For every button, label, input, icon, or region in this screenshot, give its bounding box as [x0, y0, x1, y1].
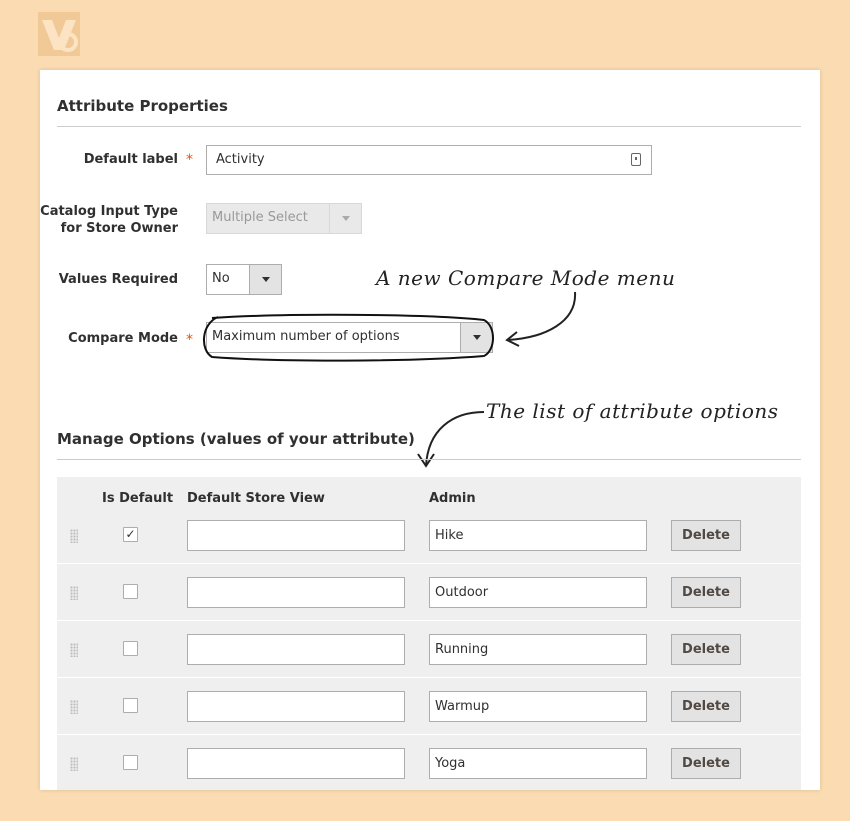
option-row: Running Delete — [57, 621, 801, 678]
annotation-arrow-icon — [505, 291, 577, 347]
section-divider — [57, 459, 801, 460]
store-view-input[interactable] — [187, 577, 405, 608]
manage-options-title: Manage Options (values of your attribute… — [57, 430, 415, 448]
required-indicator: * — [186, 332, 193, 348]
chevron-down-icon — [329, 204, 361, 233]
is-default-checkbox[interactable] — [123, 584, 138, 599]
col-store-view: Default Store View — [187, 491, 325, 506]
catalog-input-type-value: Multiple Select — [212, 210, 308, 225]
values-required-value: No — [212, 271, 230, 286]
delete-button[interactable]: Delete — [671, 577, 741, 608]
delete-button[interactable]: Delete — [671, 520, 741, 551]
brand-logo-icon — [38, 12, 80, 56]
required-indicator: * — [186, 152, 193, 168]
drag-handle-icon[interactable] — [70, 643, 78, 657]
drag-handle-icon[interactable] — [70, 700, 78, 714]
delete-button[interactable]: Delete — [671, 691, 741, 722]
options-grid: Is Default Default Store View Admin ✓ Hi… — [57, 477, 801, 790]
chevron-down-icon[interactable] — [249, 265, 281, 294]
drag-handle-icon[interactable] — [70, 586, 78, 600]
admin-input[interactable]: Yoga — [429, 748, 647, 779]
admin-input[interactable]: Hike — [429, 520, 647, 551]
option-row: Warmup Delete — [57, 678, 801, 735]
is-default-checkbox[interactable]: ✓ — [123, 527, 138, 542]
lock-icon[interactable] — [631, 153, 641, 166]
drag-handle-icon[interactable] — [70, 529, 78, 543]
catalog-input-type-select: Multiple Select — [206, 203, 362, 234]
is-default-checkbox[interactable] — [123, 641, 138, 656]
catalog-input-type-label-line2: for Store Owner — [60, 221, 178, 236]
options-annotation: The list of attribute options — [486, 399, 779, 423]
delete-button[interactable]: Delete — [671, 748, 741, 779]
catalog-input-type-label: Catalog Input Type for Store Owner — [18, 203, 178, 237]
col-is-default: Is Default — [102, 491, 174, 506]
option-row: Outdoor Delete — [57, 564, 801, 621]
default-label-value: Activity — [216, 152, 265, 167]
annotation-arrow-icon — [417, 411, 485, 468]
store-view-input[interactable] — [187, 748, 405, 779]
delete-button[interactable]: Delete — [671, 634, 741, 665]
attribute-properties-title: Attribute Properties — [57, 97, 228, 115]
attribute-panel: Attribute Properties Default label * Act… — [40, 70, 820, 790]
is-default-checkbox[interactable] — [123, 755, 138, 770]
admin-input[interactable]: Outdoor — [429, 577, 647, 608]
drag-handle-icon[interactable] — [70, 757, 78, 771]
store-view-input[interactable] — [187, 520, 405, 551]
values-required-label: Values Required — [58, 272, 178, 287]
admin-input[interactable]: Warmup — [429, 691, 647, 722]
values-required-select[interactable]: No — [206, 264, 282, 295]
store-view-input[interactable] — [187, 634, 405, 665]
compare-mode-label: Compare Mode — [68, 331, 178, 346]
is-default-checkbox[interactable] — [123, 698, 138, 713]
admin-input[interactable]: Running — [429, 634, 647, 665]
highlight-circle — [203, 313, 494, 362]
store-view-input[interactable] — [187, 691, 405, 722]
option-row: ✓ Hike Delete — [57, 507, 801, 564]
option-row: Yoga Delete — [57, 735, 801, 792]
default-label-label: Default label — [83, 152, 178, 167]
default-label-input[interactable]: Activity — [206, 145, 652, 175]
catalog-input-type-label-line1: Catalog Input Type — [40, 204, 178, 219]
section-divider — [57, 126, 801, 127]
col-admin: Admin — [429, 491, 476, 506]
